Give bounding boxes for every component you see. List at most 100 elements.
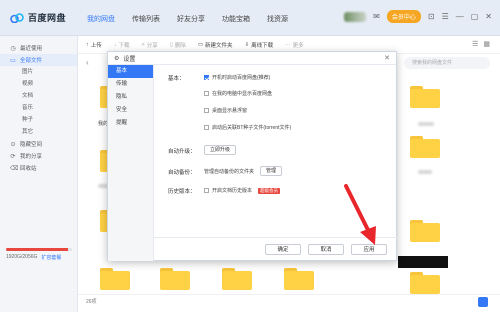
close-icon[interactable]: ✕: [485, 12, 492, 21]
mail-icon[interactable]: ✉: [373, 12, 380, 21]
float-window-checkbox[interactable]: [204, 108, 209, 113]
maximize-icon[interactable]: ▢: [471, 12, 479, 21]
sidebar-sub-docs[interactable]: 文档: [0, 90, 77, 102]
sidebar: ◷ 最近使用 ▭ 全部文件 图片 视频 文档 音乐 种子 其它 ⊙ 隐藏空间 ⟳…: [0, 36, 78, 312]
tab-transfer[interactable]: 传输列表: [130, 12, 162, 26]
settings-nav-basic[interactable]: 基本: [108, 65, 153, 78]
settings-body: 基本： 开机时启动百度网盘(推荐) 在我的电脑中显示百度网盘 桌面显示悬浮窗 启…: [154, 65, 397, 237]
folder-item[interactable]: [160, 268, 190, 290]
sidebar-item-all-files[interactable]: ▭ 全部文件: [0, 54, 77, 66]
storage-indicator: 1920G/2056G 扩容套餐: [6, 248, 72, 261]
search-input[interactable]: 搜索我的网盘文件: [404, 57, 490, 69]
basic-section-label: 基本：: [168, 76, 185, 82]
settings-nav: 基本 传输 隐私 安全 提醒: [108, 65, 154, 261]
back-arrow-icon[interactable]: ‹: [86, 58, 89, 67]
sidebar-item-hidden-space[interactable]: ⊙ 隐藏空间: [0, 138, 77, 150]
avatar[interactable]: [344, 11, 367, 22]
settings-nav-reminder[interactable]: 提醒: [108, 117, 153, 130]
super-vip-badge: 超级会员: [258, 187, 281, 194]
upgrade-now-button[interactable]: 立即升级: [204, 145, 237, 155]
folder-item[interactable]: [222, 268, 252, 290]
download-icon: ↓: [113, 41, 117, 48]
dialog-titlebar: ⚙ 设置: [108, 52, 396, 65]
menu-icon[interactable]: ☰: [442, 12, 449, 21]
upgrade-storage-link[interactable]: 扩容套餐: [41, 254, 61, 261]
sidebar-sub-music[interactable]: 音乐: [0, 102, 77, 114]
new-folder-icon: ▭: [197, 41, 204, 48]
download-button[interactable]: ↓ 下载: [114, 41, 130, 49]
blurred-filename: [418, 170, 432, 174]
sidebar-sub-images[interactable]: 图片: [0, 66, 77, 78]
apply-button[interactable]: 应用: [351, 244, 387, 255]
sidebar-sub-torrents[interactable]: 种子: [0, 114, 77, 126]
share-icon: ⟳: [10, 153, 16, 160]
dialog-divider: [154, 237, 397, 238]
redacted-block: [398, 256, 448, 268]
upload-button[interactable]: ↑ 上传: [86, 41, 102, 49]
minimize-icon[interactable]: —: [456, 12, 464, 21]
clock-icon: ◷: [10, 45, 16, 52]
history-version-checkbox[interactable]: [204, 188, 209, 193]
new-folder-button[interactable]: ▭ 新建文件夹: [198, 41, 233, 49]
settings-nav-transfer[interactable]: 传输: [108, 78, 153, 91]
folder-item[interactable]: [284, 268, 314, 290]
blurred-filename: [418, 122, 434, 126]
sidebar-item-recent[interactable]: ◷ 最近使用: [0, 42, 77, 54]
folder-item[interactable]: [410, 136, 440, 158]
folder-icon: ▭: [10, 57, 16, 64]
trash-icon: ⌫: [10, 165, 19, 172]
tab-find-resource[interactable]: 找资源: [265, 12, 290, 26]
confirm-button[interactable]: 确定: [265, 244, 301, 255]
tab-friend-share[interactable]: 好友分享: [175, 12, 207, 26]
list-view-icon[interactable]: ☰: [472, 40, 478, 48]
float-window-icon[interactable]: [478, 297, 488, 307]
folder-item[interactable]: [410, 220, 440, 242]
settings-nav-security[interactable]: 安全: [108, 104, 153, 117]
more-button[interactable]: ⋯ 更多: [285, 41, 304, 49]
storage-bar: [6, 248, 72, 251]
folder-item[interactable]: [100, 268, 130, 290]
show-in-computer-checkbox[interactable]: [204, 91, 209, 96]
tab-toolbox[interactable]: 功能宝箱: [220, 12, 252, 26]
sidebar-sub-videos[interactable]: 视频: [0, 78, 77, 90]
share-link-icon: <: [141, 41, 145, 48]
gear-icon: ⚙: [114, 55, 120, 62]
option-float-window[interactable]: 桌面显示悬浮窗: [204, 107, 247, 114]
autostart-checkbox[interactable]: [204, 75, 209, 80]
main-tabs: 我的网盘 传输列表 好友分享 功能宝箱 找资源: [85, 12, 290, 26]
share-button[interactable]: < 分享: [142, 41, 158, 49]
dialog-title: 设置: [123, 56, 136, 63]
app-logo: 百度网盘: [10, 11, 66, 24]
sidebar-item-my-share[interactable]: ⟳ 我的分享: [0, 150, 77, 162]
item-count: 26项: [86, 299, 97, 305]
sidebar-item-recycle-bin[interactable]: ⌫ 回收站: [0, 162, 77, 174]
folder-item[interactable]: [410, 272, 440, 294]
auto-upgrade-label: 自动升级：: [168, 149, 196, 155]
bt-association-checkbox[interactable]: [204, 125, 209, 130]
grid-view-icon[interactable]: ▦: [483, 40, 490, 48]
manage-backup-button[interactable]: 管理: [260, 166, 283, 176]
dialog-close-icon[interactable]: ✕: [384, 54, 390, 62]
option-autostart[interactable]: 开机时启动百度网盘(推荐): [204, 74, 270, 81]
tab-my-disk[interactable]: 我的网盘: [85, 12, 117, 26]
option-history-version[interactable]: 开启文档历史版本 超级会员: [204, 187, 281, 194]
offline-download-button[interactable]: ⇩ 离线下载: [245, 41, 274, 49]
folder-item[interactable]: [410, 86, 440, 108]
storage-fill: [6, 248, 68, 251]
storage-used-text: 1920G/2056G: [6, 254, 38, 260]
skin-icon[interactable]: ⊡: [428, 12, 435, 21]
option-bt-association[interactable]: 启动后关联BT种子文件(torrent文件): [204, 124, 291, 131]
option-show-in-computer[interactable]: 在我的电脑中显示百度网盘: [204, 90, 272, 97]
settings-dialog: ⚙ 设置 ✕ 基本 传输 隐私 安全 提醒 基本： 开机时启动百度网盘(推荐) …: [107, 51, 397, 261]
status-bar: 26项: [78, 294, 500, 312]
top-bar: 百度网盘 我的网盘 传输列表 好友分享 功能宝箱 找资源 ✉ 会员中心 ⊡ ☰ …: [0, 0, 500, 36]
sidebar-sub-other[interactable]: 其它: [0, 126, 77, 138]
more-icon: ⋯: [285, 41, 291, 48]
delete-button[interactable]: ▯ 删除: [170, 41, 186, 49]
cancel-button[interactable]: 取消: [308, 244, 344, 255]
upload-icon: ↑: [86, 41, 89, 48]
lock-icon: ⊙: [10, 141, 16, 148]
vip-center-button[interactable]: 会员中心: [386, 10, 421, 23]
auto-backup-label: 自动备份：: [168, 170, 196, 176]
settings-nav-privacy[interactable]: 隐私: [108, 91, 153, 104]
